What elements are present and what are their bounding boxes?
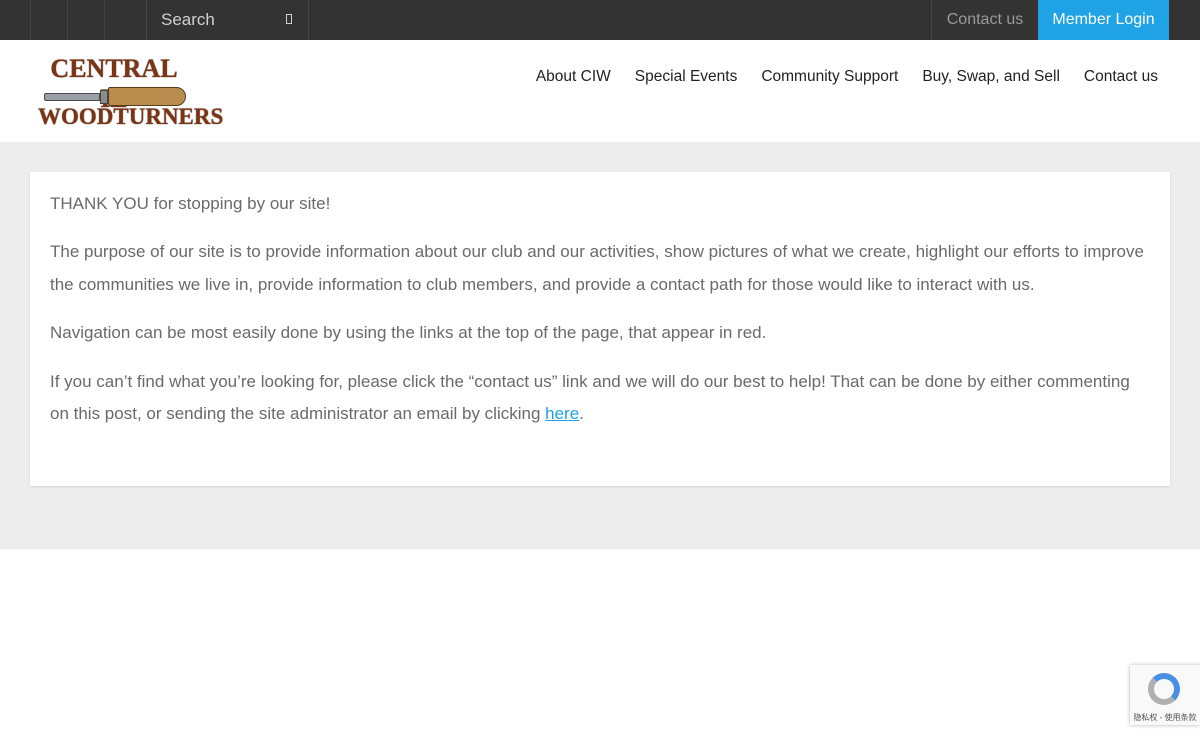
email-here-link[interactable]: here — [545, 404, 579, 423]
main-content: THANK YOU for stopping by our site! The … — [0, 142, 1200, 549]
top-bar: Contact us Member Login — [0, 0, 1200, 40]
nav-community-support[interactable]: Community Support — [761, 68, 898, 86]
search-icon[interactable] — [286, 14, 292, 24]
main-nav: About CIW Special Events Community Suppo… — [536, 68, 1158, 86]
social-slot[interactable] — [67, 0, 105, 40]
site-header: CENTRAL IL WOODTURNERS About CIW Special… — [0, 40, 1200, 142]
top-contact-link[interactable]: Contact us — [931, 0, 1038, 40]
nav-contact-us[interactable]: Contact us — [1084, 68, 1158, 86]
paragraph-contact-text: If you can’t find what you’re looking fo… — [50, 371, 1130, 424]
recaptcha-privacy-terms[interactable]: 隐私权 - 使用条款 — [1130, 712, 1200, 723]
social-slot[interactable] — [30, 0, 68, 40]
nav-buy-swap-sell[interactable]: Buy, Swap, and Sell — [922, 68, 1060, 86]
paragraph-contact: If you can’t find what you’re looking fo… — [50, 366, 1150, 431]
logo-line-2: WOODTURNERS — [38, 104, 224, 129]
chisel-ferrule — [100, 90, 108, 104]
paragraph-welcome: THANK YOU for stopping by our site! — [50, 194, 331, 213]
chisel-blade — [44, 93, 100, 101]
nav-about-ciw[interactable]: About CIW — [536, 68, 611, 86]
social-slot[interactable] — [104, 0, 147, 40]
recaptcha-icon — [1148, 673, 1180, 705]
search-input[interactable] — [161, 8, 279, 32]
search-box — [146, 0, 309, 40]
paragraph-purpose: The purpose of our site is to provide in… — [50, 242, 1144, 294]
content-card: THANK YOU for stopping by our site! The … — [30, 172, 1170, 486]
nav-special-events[interactable]: Special Events — [635, 68, 738, 86]
member-login-button[interactable]: Member Login — [1038, 0, 1169, 40]
site-logo[interactable]: CENTRAL IL WOODTURNERS — [38, 54, 224, 132]
paragraph-contact-end: . — [579, 404, 584, 423]
paragraph-navigation: Navigation can be most easily done by us… — [50, 323, 767, 342]
recaptcha-badge[interactable]: 隐私权 - 使用条款 — [1130, 665, 1200, 725]
